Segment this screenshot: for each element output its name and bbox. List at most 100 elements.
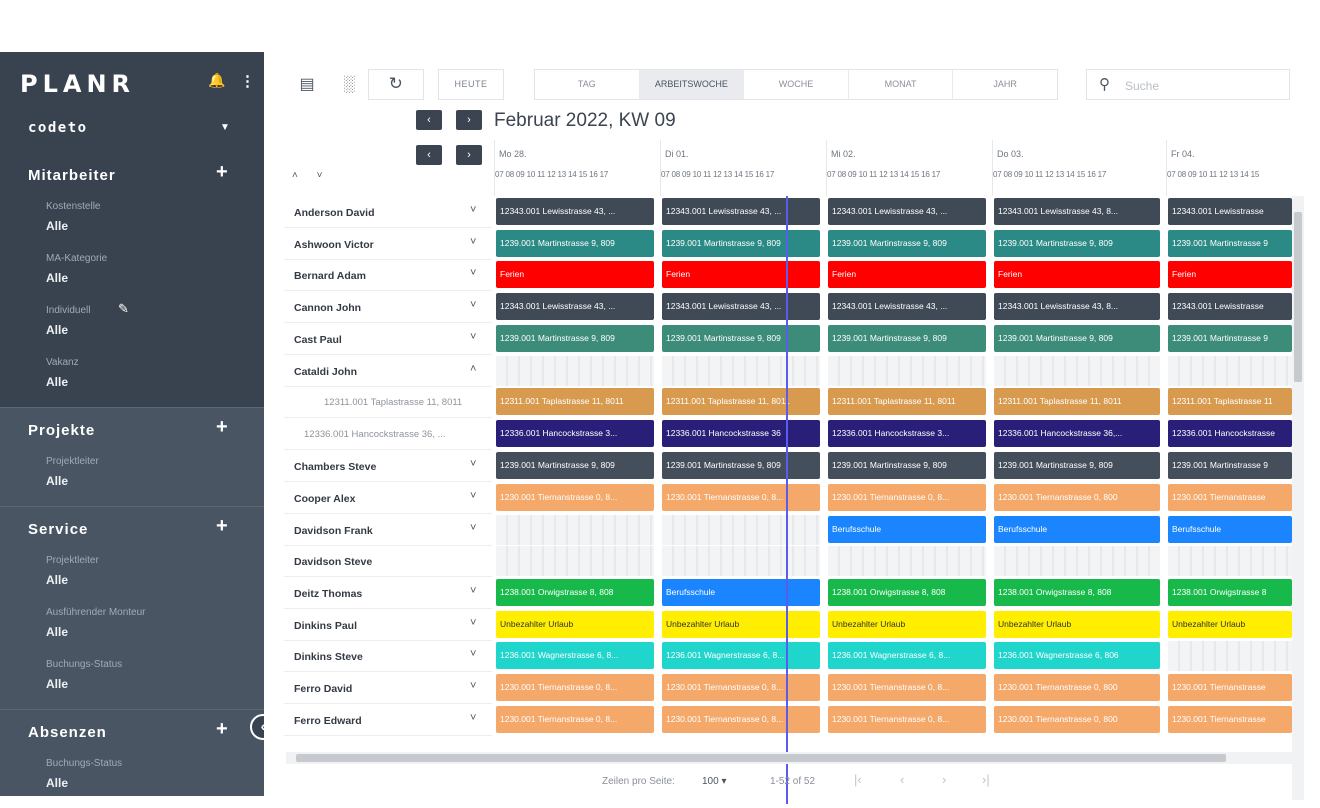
booking-bar[interactable]: Berufsschule	[828, 515, 986, 543]
booking-bar[interactable]: 1239.001 Martinstrasse 9, 809	[496, 324, 654, 352]
view-tab-monat[interactable]: MONAT	[849, 70, 954, 99]
booking-bar[interactable]: 1230.001 Tiernanstrasse 0, 8...	[828, 674, 986, 702]
booking-bar[interactable]: 1239.001 Martinstrasse 9, 809	[496, 452, 654, 480]
booking-bar[interactable]: 12343.001 Lewisstrasse	[1168, 293, 1292, 321]
filter-value[interactable]: Alle	[46, 776, 68, 790]
employee-row[interactable]: Davidson Frank ˅	[284, 514, 492, 546]
booking-bar[interactable]: 1230.001 Tiernanstrasse	[1168, 705, 1292, 733]
booking-bar[interactable]: 1239.001 Martinstrasse 9, 809	[994, 229, 1160, 257]
booking-bar[interactable]: Unbezahlter Urlaub	[1168, 610, 1292, 638]
view-tab-tag[interactable]: TAG	[535, 70, 640, 99]
booking-bar[interactable]: 1230.001 Tiernanstrasse 0, 800	[994, 674, 1160, 702]
employee-row[interactable]: Dinkins Paul ˅	[284, 609, 492, 641]
booking-bar[interactable]: 1236.001 Wagnerstrasse 6, 8...	[662, 642, 820, 670]
sort-arrows-icon[interactable]: ˄ ˅	[292, 170, 330, 181]
booking-bar[interactable]: Unbezahlter Urlaub	[828, 610, 986, 638]
filter-value[interactable]: Alle	[46, 375, 68, 389]
booking-bar[interactable]: 12336.001 Hancockstrasse 3...	[828, 420, 986, 448]
employee-row[interactable]: Bernard Adam ˅	[284, 259, 492, 292]
booking-bar[interactable]: 1239.001 Martinstrasse 9, 809	[828, 324, 986, 352]
booking-bar[interactable]: 1230.001 Tiernanstrasse 0, 8...	[828, 483, 986, 511]
plus-icon[interactable]: +	[216, 718, 228, 741]
chevron-down-icon[interactable]: ˅	[470, 712, 476, 724]
booking-bar[interactable]: Ferien	[1168, 261, 1292, 289]
filter-value[interactable]: Alle	[46, 474, 68, 488]
employee-row[interactable]: Anderson David ˅	[284, 196, 492, 228]
filter-individuell[interactable]: Individuell Alle ✎	[0, 301, 264, 355]
booking-bar[interactable]: 12336.001 Hancockstrasse 36,...	[994, 420, 1160, 448]
chevron-down-icon[interactable]: ˅	[470, 299, 476, 311]
filter-value[interactable]: Alle	[46, 573, 68, 587]
booking-bar[interactable]: 1238.001 Orwigstrasse 8, 808	[994, 579, 1160, 606]
company-selector[interactable]: codeto	[28, 120, 88, 136]
rows-per-page-select[interactable]: 100 ▾	[702, 776, 727, 787]
section-header[interactable]: Service +	[0, 507, 264, 553]
booking-bar[interactable]: 1236.001 Wagnerstrasse 6, 8...	[828, 642, 986, 670]
prev-page-icon[interactable]: ‹	[900, 772, 904, 787]
booking-bar[interactable]: 1239.001 Martinstrasse 9	[1168, 324, 1292, 352]
project-subrow[interactable]: 12311.001 Taplastrasse 11, 8011	[284, 386, 492, 419]
chevron-down-icon[interactable]: ˅	[470, 267, 476, 279]
employee-row[interactable]: Cataldi John ˄	[284, 355, 492, 387]
employee-row[interactable]: Cast Paul ˅	[284, 323, 492, 355]
booking-bar[interactable]: 1230.001 Tiernanstrasse 0, 800	[994, 483, 1160, 511]
booking-bar[interactable]: 12311.001 Taplastrasse 11, 8011	[662, 388, 820, 416]
booking-bar[interactable]: 12343.001 Lewisstrasse 43, ...	[662, 198, 820, 225]
chevron-down-icon[interactable]: ˅	[470, 331, 476, 343]
booking-bar[interactable]: 1238.001 Orwigstrasse 8, 808	[828, 579, 986, 606]
chevron-down-icon[interactable]: ˅	[470, 236, 476, 248]
chevron-down-icon[interactable]: ˅	[470, 617, 476, 629]
booking-bar[interactable]: 12311.001 Taplastrasse 11, 8011	[496, 388, 654, 416]
booking-bar[interactable]: Berufsschule	[662, 579, 820, 606]
booking-bar[interactable]: 1238.001 Orwigstrasse 8, 808	[496, 579, 654, 606]
booking-bar[interactable]: 12311.001 Taplastrasse 11	[1168, 388, 1292, 416]
plus-icon[interactable]: +	[216, 515, 228, 538]
booking-bar[interactable]: 12343.001 Lewisstrasse 43, ...	[828, 198, 986, 225]
scroll-thumb[interactable]	[1294, 212, 1302, 382]
search-input[interactable]: Suche	[1125, 79, 1159, 93]
chevron-down-icon[interactable]: ˅	[470, 680, 476, 692]
next-page-icon[interactable]: ›	[942, 772, 946, 787]
booking-bar[interactable]: 1236.001 Wagnerstrasse 6, 8...	[496, 642, 654, 670]
booking-bar[interactable]: 1239.001 Martinstrasse 9, 809	[662, 229, 820, 257]
filter-projektleiter[interactable]: Projektleiter Alle	[0, 454, 264, 506]
booking-bar[interactable]: Unbezahlter Urlaub	[994, 610, 1160, 638]
prev-day-button[interactable]: ‹	[416, 145, 442, 165]
booking-bar[interactable]: 1230.001 Tiernanstrasse 0, 8...	[496, 705, 654, 733]
employee-row[interactable]: Cooper Alex ˅	[284, 482, 492, 514]
employee-row[interactable]: Ferro David ˅	[284, 672, 492, 705]
booking-bar[interactable]: 1230.001 Tiernanstrasse 0, 8...	[662, 705, 820, 733]
employee-row[interactable]: Cannon John ˅	[284, 291, 492, 324]
booking-bar[interactable]: Ferien	[662, 261, 820, 289]
booking-bar[interactable]: 1239.001 Martinstrasse 9, 809	[662, 324, 820, 352]
employee-row[interactable]: Deitz Thomas ˅	[284, 577, 492, 609]
plus-icon[interactable]: +	[216, 161, 228, 184]
chevron-down-icon[interactable]: ˅	[470, 522, 476, 534]
booking-bar[interactable]: 12343.001 Lewisstrasse 43, ...	[496, 198, 654, 225]
filter-value[interactable]: Alle	[46, 271, 68, 285]
project-subrow[interactable]: 12336.001 Hancockstrasse 36, ...	[284, 418, 492, 451]
chevron-down-icon[interactable]: ˅	[470, 204, 476, 216]
booking-bar[interactable]: Ferien	[828, 261, 986, 289]
booking-bar[interactable]: 1230.001 Tiernanstrasse 0, 8...	[662, 483, 820, 511]
first-page-icon[interactable]: |‹	[854, 772, 862, 787]
section-header[interactable]: Absenzen +	[0, 710, 264, 756]
bar-chart-icon[interactable]: ░	[334, 70, 364, 100]
plus-icon[interactable]: +	[216, 416, 228, 439]
booking-bar[interactable]: 1239.001 Martinstrasse 9, 809	[828, 452, 986, 480]
chevron-down-icon[interactable]: ˅	[470, 648, 476, 660]
booking-bar[interactable]: 1239.001 Martinstrasse 9	[1168, 229, 1292, 257]
refresh-button[interactable]: ↻	[368, 69, 424, 100]
booking-bar[interactable]: 12336.001 Hancockstrasse 36	[662, 420, 820, 448]
today-button[interactable]: HEUTE	[438, 69, 504, 100]
booking-bar[interactable]: 12311.001 Taplastrasse 11, 8011	[994, 388, 1160, 416]
filter-value[interactable]: Alle	[46, 219, 68, 233]
filter-kostenstelle[interactable]: Kostenstelle Alle	[0, 199, 264, 251]
prev-period-button[interactable]: ‹	[416, 110, 442, 130]
booking-bar[interactable]: 1239.001 Martinstrasse 9, 809	[994, 324, 1160, 352]
filter-buchungs-status[interactable]: Buchungs-Status Alle	[0, 657, 264, 709]
employee-row[interactable]: Ferro Edward ˅	[284, 704, 492, 736]
booking-bar[interactable]: 1236.001 Wagnerstrasse 6, 806	[994, 642, 1160, 670]
vertical-scrollbar[interactable]	[1292, 196, 1304, 800]
chevron-down-icon[interactable]: ˅	[470, 490, 476, 502]
